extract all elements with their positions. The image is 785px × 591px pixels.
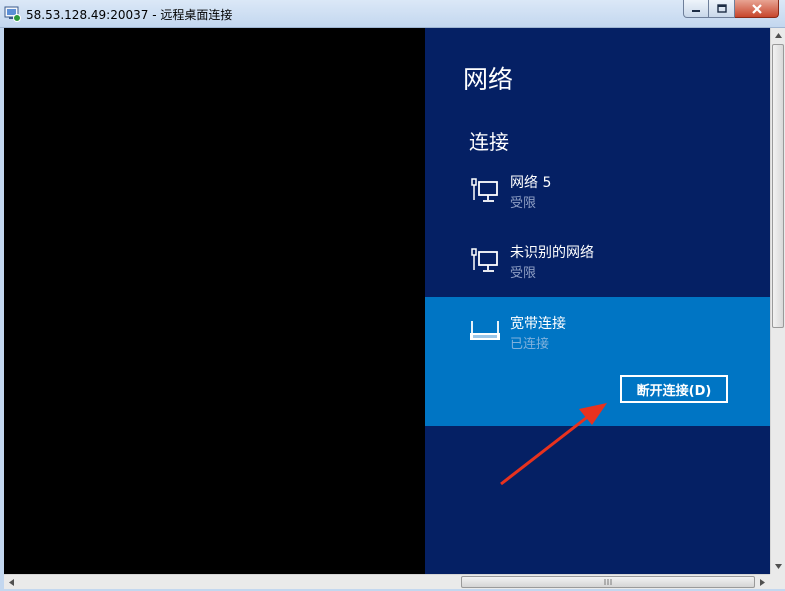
network-status: 受限 [510,266,537,281]
wired-network-icon [471,178,498,202]
horizontal-scroll-thumb[interactable] [461,576,755,588]
network-status: 受限 [510,196,537,211]
horizontal-scrollbar[interactable] [4,574,770,589]
charm-title: 网络 [463,65,514,94]
network-name: 宽带连接 [510,316,566,332]
network-item-1[interactable]: 网络 5 受限 [425,172,770,222]
connections-section-title: 连接 [469,130,509,154]
window-title: 58.53.128.49:20037 - 远程桌面连接 [26,8,233,22]
network-name: 未识别的网络 [510,245,594,261]
network-status: 已连接 [510,337,550,352]
arrow-left-icon [9,578,14,586]
scroll-left-button[interactable] [4,575,19,589]
close-button[interactable] [735,0,779,18]
scroll-down-button[interactable] [771,559,785,574]
minimize-button[interactable] [683,0,709,18]
network-item-2[interactable]: 未识别的网络 受限 [425,242,770,292]
maximize-icon [716,4,727,13]
arrow-up-icon [774,33,782,38]
remote-desktop-area[interactable] [4,28,425,574]
maximize-button[interactable] [709,0,735,18]
disconnect-button[interactable]: 断开连接(D) [620,375,728,403]
close-icon [751,3,762,14]
grip-icon [604,579,612,585]
network-item-broadband[interactable]: 宽带连接 已连接 断开连接(D) [425,297,770,426]
broadband-icon [470,321,500,340]
network-charm-panel: 网络 连接 网络 5 受限 未识别的网络 受限 宽带连接 已连接 断开连接(D) [425,28,770,574]
arrow-right-icon [760,578,765,586]
vertical-scrollbar[interactable] [770,28,785,574]
scrollbar-corner [770,574,785,589]
network-name: 网络 5 [510,175,552,191]
minimize-icon [692,9,700,12]
wired-network-icon [471,248,498,272]
scroll-right-button[interactable] [755,575,770,589]
window-title-bar[interactable]: 58.53.128.49:20037 - 远程桌面连接 [0,0,785,28]
arrow-down-icon [774,564,782,569]
scroll-up-button[interactable] [771,28,785,43]
window-controls [683,0,779,19]
vertical-scroll-thumb[interactable] [772,44,784,328]
remote-desktop-icon [4,6,21,22]
